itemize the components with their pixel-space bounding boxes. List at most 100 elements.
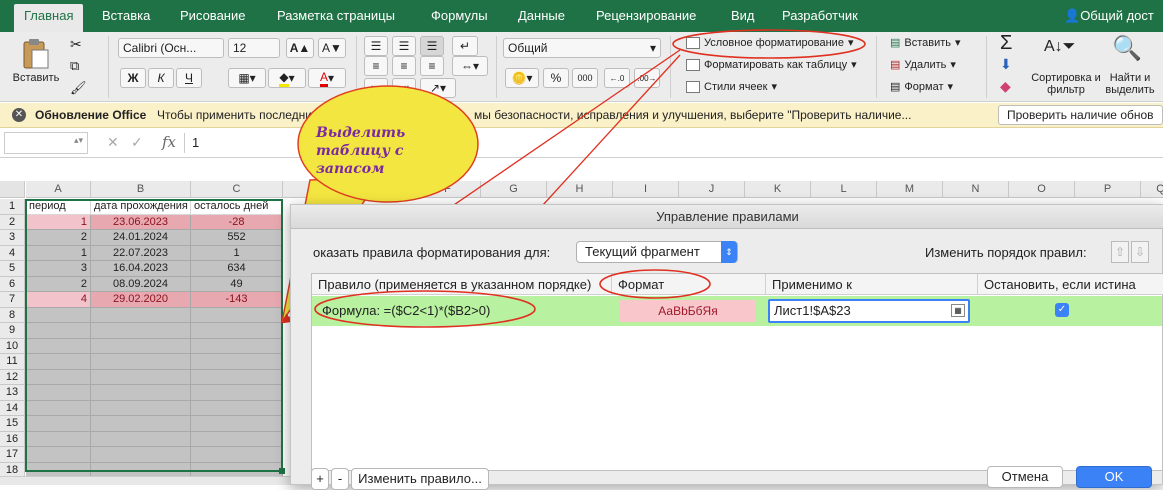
align-middle-icon[interactable]: ☰ <box>392 36 416 56</box>
check-updates-button[interactable]: Проверить наличие обнов <box>998 105 1163 125</box>
table-cell[interactable] <box>26 447 91 463</box>
sort-filter-label[interactable]: Сортировка и фильтр <box>1030 72 1102 96</box>
table-cell[interactable] <box>91 307 191 323</box>
table-cell[interactable] <box>191 447 283 463</box>
table-cell[interactable] <box>91 385 191 401</box>
font-size-select[interactable]: 12 <box>228 38 280 58</box>
fill-handle[interactable] <box>279 468 285 474</box>
table-cell[interactable]: 23.06.2023 <box>91 214 191 230</box>
eraser-icon[interactable]: ◆ <box>1000 78 1011 95</box>
decrease-font-icon[interactable]: A▼ <box>318 38 346 58</box>
table-cell[interactable] <box>91 369 191 385</box>
align-top-icon[interactable]: ☰ <box>364 36 388 56</box>
table-cell[interactable] <box>191 416 283 432</box>
row-header[interactable]: 13 <box>0 385 25 401</box>
table-cell[interactable]: 29.02.2020 <box>91 292 191 308</box>
format-preview[interactable]: АаВbБбЯя <box>620 300 756 322</box>
table-cell[interactable] <box>26 354 91 370</box>
table-cell[interactable] <box>191 385 283 401</box>
table-cell[interactable] <box>26 369 91 385</box>
header-cell[interactable]: период <box>26 199 91 215</box>
formula-confirm-button[interactable]: ✓ <box>131 134 143 151</box>
table-cell[interactable] <box>91 400 191 416</box>
table-cell[interactable]: 1 <box>191 245 283 261</box>
table-cell[interactable] <box>91 431 191 447</box>
format-as-table-button[interactable]: Форматировать как таблицу ▾ <box>686 58 857 71</box>
row-header[interactable]: 2 <box>0 214 25 230</box>
row-header[interactable]: 14 <box>0 400 25 416</box>
table-cell[interactable]: 16.04.2023 <box>91 261 191 277</box>
row-header[interactable]: 10 <box>0 338 25 354</box>
bold-button[interactable]: Ж <box>120 68 146 88</box>
formula-cancel-button[interactable]: ✕ <box>107 134 119 151</box>
paste-button[interactable] <box>18 38 52 70</box>
tab-formulas[interactable]: Формулы <box>431 8 488 23</box>
format-cells-button[interactable]: ▤ Формат ▾ <box>890 80 953 94</box>
table-cell[interactable] <box>191 369 283 385</box>
move-up-icon[interactable]: ⇧ <box>1111 241 1129 263</box>
row-header[interactable]: 16 <box>0 431 25 447</box>
move-down-icon[interactable]: ⇩ <box>1131 241 1149 263</box>
horizontal-scrollbar[interactable] <box>0 476 290 485</box>
table-cell[interactable] <box>26 431 91 447</box>
table-cell[interactable] <box>26 385 91 401</box>
increase-font-icon[interactable]: A▲ <box>286 38 314 58</box>
table-cell[interactable]: 1 <box>26 214 91 230</box>
table-cell[interactable]: 1 <box>26 245 91 261</box>
column-header-a[interactable]: A <box>26 181 91 198</box>
cut-icon[interactable]: ✂ <box>70 36 82 53</box>
tab-developer[interactable]: Разработчик <box>782 8 858 23</box>
column-header-b[interactable]: B <box>91 181 191 198</box>
name-box[interactable]: ▴▾ <box>4 132 88 154</box>
tab-page-layout[interactable]: Разметка страницы <box>277 8 395 23</box>
close-icon[interactable]: ✕ <box>12 108 26 122</box>
column-header-l[interactable]: L <box>811 181 877 198</box>
tab-home[interactable]: Главная <box>14 4 84 32</box>
table-cell[interactable] <box>191 354 283 370</box>
header-cell[interactable]: дата прохождения <box>91 199 191 215</box>
row-header[interactable]: 1 <box>0 199 25 215</box>
rule-row[interactable]: Формула: =($C2<1)*($B2>0) АаВbБбЯя Лист1… <box>312 296 1162 326</box>
row-header[interactable]: 15 <box>0 416 25 432</box>
number-format-select[interactable]: Общий ▾ <box>503 38 661 58</box>
tab-review[interactable]: Рецензирование <box>596 8 696 23</box>
table-cell[interactable]: 2 <box>26 276 91 292</box>
table-cell[interactable] <box>91 323 191 339</box>
table-cell[interactable] <box>26 416 91 432</box>
row-header[interactable]: 8 <box>0 307 25 323</box>
table-cell[interactable] <box>191 400 283 416</box>
select-all-corner[interactable] <box>0 181 25 198</box>
table-cell[interactable] <box>91 354 191 370</box>
table-cell[interactable]: 4 <box>26 292 91 308</box>
applies-to-input[interactable]: Лист1!$A$23 ▦ <box>768 299 970 323</box>
tab-data[interactable]: Данные <box>518 8 565 23</box>
table-cell[interactable] <box>191 431 283 447</box>
align-bottom-icon[interactable]: ☰ <box>420 36 444 56</box>
table-cell[interactable] <box>26 400 91 416</box>
table-cell[interactable]: 552 <box>191 230 283 246</box>
tab-draw[interactable]: Рисование <box>180 8 245 23</box>
sort-filter-icon[interactable]: A↓⏷ <box>1044 38 1075 56</box>
stop-if-true-checkbox[interactable]: ✓ <box>1055 303 1069 317</box>
table-cell[interactable] <box>91 416 191 432</box>
table-cell[interactable] <box>91 447 191 463</box>
table-cell[interactable] <box>191 307 283 323</box>
row-header[interactable]: 11 <box>0 354 25 370</box>
column-header-o[interactable]: O <box>1009 181 1075 198</box>
row-header[interactable]: 6 <box>0 276 25 292</box>
row-header[interactable]: 5 <box>0 261 25 277</box>
share-button[interactable]: 👤Общий дост <box>1064 8 1154 24</box>
conditional-formatting-button[interactable]: Условное форматирование ▾ <box>686 36 853 49</box>
tab-view[interactable]: Вид <box>731 8 755 23</box>
table-cell[interactable] <box>91 338 191 354</box>
find-select-label[interactable]: Найти и выделить <box>1100 72 1160 96</box>
delete-cells-button[interactable]: ▤ Удалить ▾ <box>890 58 956 72</box>
table-cell[interactable]: 22.07.2023 <box>91 245 191 261</box>
column-header-p[interactable]: P <box>1075 181 1141 198</box>
row-header[interactable]: 12 <box>0 369 25 385</box>
table-cell[interactable]: 3 <box>26 261 91 277</box>
row-header[interactable]: 17 <box>0 447 25 463</box>
table-cell[interactable] <box>26 307 91 323</box>
table-cell[interactable]: 24.01.2024 <box>91 230 191 246</box>
table-cell[interactable]: 49 <box>191 276 283 292</box>
